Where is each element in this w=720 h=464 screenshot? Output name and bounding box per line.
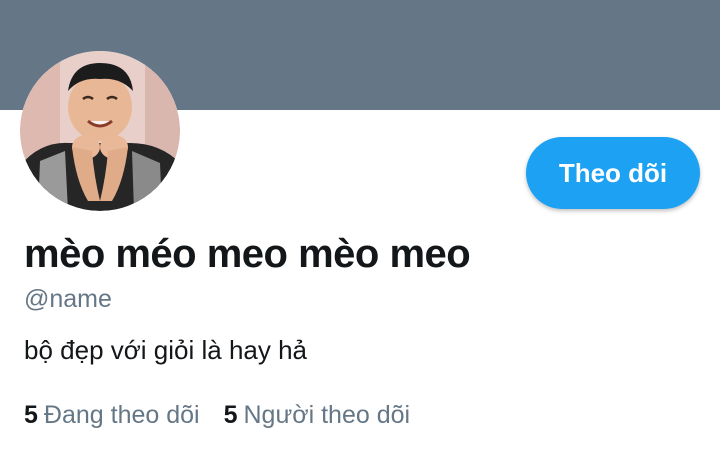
follow-button[interactable]: Theo dõi	[526, 137, 700, 209]
following-stat[interactable]: 5 Đang theo dõi	[24, 401, 200, 430]
username-handle: @name	[24, 285, 112, 313]
following-label: Đang theo dõi	[43, 401, 200, 429]
followers-label: Người theo dõi	[243, 401, 411, 429]
following-count: 5	[24, 401, 38, 429]
profile-card: Theo dõi mèo méo meo mèo meo @name bộ đẹ…	[0, 0, 720, 464]
followers-stat[interactable]: 5 Người theo dõi	[224, 401, 410, 430]
followers-count: 5	[223, 401, 238, 429]
profile-stats: 5 Đang theo dõi 5 Người theo dõi	[24, 401, 410, 430]
avatar[interactable]	[20, 51, 180, 211]
profile-bio: bộ đẹp với giỏi là hay hả	[24, 335, 308, 365]
display-name: mèo méo meo mèo meo	[24, 232, 471, 276]
